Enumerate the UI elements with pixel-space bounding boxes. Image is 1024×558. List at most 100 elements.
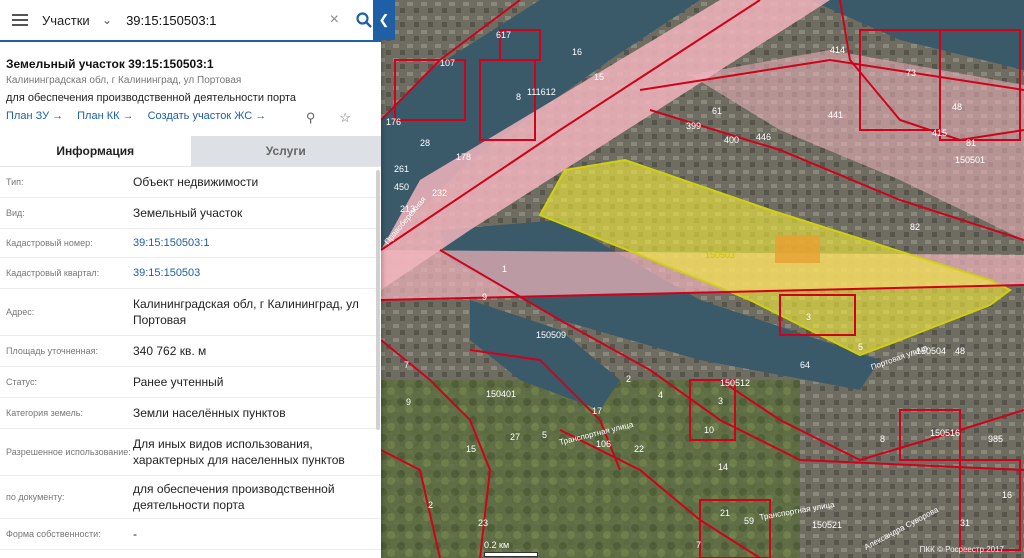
parcel-label: 8 xyxy=(880,434,885,444)
property-value: Для иных видов использования, характерны… xyxy=(133,437,345,467)
parcel-label: 2 xyxy=(626,374,631,384)
parcel-label: 415 xyxy=(932,128,947,138)
parcel-label: 23 xyxy=(478,518,488,528)
property-value: Калининградская обл, г Калининград, ул П… xyxy=(133,297,359,327)
parcel-label: 414 xyxy=(830,45,845,55)
property-value: - xyxy=(133,527,137,541)
scale-label: 0.2 км xyxy=(484,540,510,550)
list-item: Вид: Земельный участок xyxy=(0,198,381,229)
quarter-label: 150503 xyxy=(705,250,735,260)
scale-bar xyxy=(484,552,538,557)
list-item: Категория земель: Земли населённых пункт… xyxy=(0,398,381,429)
list-item: Статус: Ранее учтенный xyxy=(0,367,381,398)
quarter-label: 111612 xyxy=(527,87,556,97)
parcel-label: 3 xyxy=(806,312,811,322)
parcel-label: 48 xyxy=(955,346,965,356)
cadastral-quarter-link[interactable]: 39:15:150503 xyxy=(133,265,375,281)
create-parcel-link[interactable]: Создать участок ЖС → xyxy=(148,110,267,126)
parcel-label: 399 xyxy=(686,121,701,131)
parcel-address: Калининградская обл, г Калининград, ул П… xyxy=(6,75,242,86)
parcel-label: 28 xyxy=(420,138,430,148)
parcel-label: 27 xyxy=(510,432,520,442)
menu-icon[interactable] xyxy=(12,14,28,26)
parcel-label: 17 xyxy=(592,406,602,416)
list-item: Кадастровый квартал: 39:15:150503 xyxy=(0,258,381,289)
property-label: Адрес: xyxy=(6,307,35,317)
parcel-label: 22 xyxy=(634,444,644,454)
property-label: Тип: xyxy=(6,177,24,187)
scrollbar[interactable] xyxy=(376,170,380,430)
property-value: 340 762 кв. м xyxy=(133,344,207,358)
property-value: для обеспечения производственной деятель… xyxy=(133,482,335,512)
parcel-label: 81 xyxy=(966,138,976,148)
property-label: Форма собственности: xyxy=(6,529,101,539)
parcel-label: 14 xyxy=(718,462,728,472)
parcel-label: 178 xyxy=(456,152,471,162)
parcel-label: 232 xyxy=(432,188,447,198)
parcel-label: 73 xyxy=(906,68,916,78)
parcel-label: 4 xyxy=(658,390,663,400)
parcel-label: 400 xyxy=(724,135,739,145)
property-value: Ранее учтенный xyxy=(133,375,224,389)
quarter-label: 150501 xyxy=(955,155,985,165)
chevron-left-icon: ❮ xyxy=(378,12,390,27)
parcel-label: 21 xyxy=(720,508,730,518)
action-links: План ЗУ → План КК → Создать участок ЖС →… xyxy=(0,104,381,126)
parcel-label: 9 xyxy=(482,292,487,302)
parcel-label: 61 xyxy=(712,106,722,116)
search-bar: Участки ⌄ 39:15:150503:1 × xyxy=(0,0,381,42)
parcel-label: 48 xyxy=(952,102,962,112)
parcel-label: 176 xyxy=(386,117,401,127)
parcel-label: 64 xyxy=(800,360,810,370)
parcel-label: 3 xyxy=(718,396,723,406)
copyright: ПКК © Росреестр 2017 xyxy=(919,545,1004,554)
property-label: Площадь уточненная: xyxy=(6,346,98,356)
parcel-label: 15 xyxy=(466,444,476,454)
parcel-label: 450 xyxy=(394,182,409,192)
clear-icon[interactable]: × xyxy=(330,11,339,29)
list-item: Кадастровый номер: 39:15:150503:1 xyxy=(0,229,381,258)
search-map-icon[interactable]: ⚲ xyxy=(306,110,316,126)
property-list: Тип: Объект недвижимости Вид: Земельный … xyxy=(0,166,381,550)
property-value: Объект недвижимости xyxy=(133,175,259,189)
property-label: Кадастровый номер: xyxy=(6,238,93,248)
tab-info[interactable]: Информация xyxy=(0,136,191,166)
parcel-label: 15 xyxy=(594,72,604,82)
quarter-label: 150401 xyxy=(486,389,516,399)
property-value: Земли населённых пунктов xyxy=(133,406,286,420)
info-panel: Участки ⌄ 39:15:150503:1 × Земельный уча… xyxy=(0,0,381,558)
plan-zu-link[interactable]: План ЗУ → xyxy=(6,110,63,126)
parcel-label: 985 xyxy=(988,434,1003,444)
parcel-label: 59 xyxy=(744,516,754,526)
property-label: Кадастровый квартал: xyxy=(6,268,100,278)
tab-services[interactable]: Услуги xyxy=(190,136,381,166)
parcel-label: 16 xyxy=(1002,490,1012,500)
collapse-panel-button[interactable]: ❮ xyxy=(373,0,395,40)
list-item: Площадь уточненная: 340 762 кв. м xyxy=(0,336,381,367)
search-input[interactable]: 39:15:150503:1 xyxy=(126,13,330,28)
parcel-label: 5 xyxy=(542,430,547,440)
parcel-label: 8 xyxy=(516,92,521,102)
star-icon[interactable]: ☆ xyxy=(339,110,351,126)
cadastral-number-link[interactable]: 39:15:150503:1 xyxy=(133,235,375,251)
property-label: Разрешенное использование: xyxy=(6,447,131,457)
parcel-label: 261 xyxy=(394,164,409,174)
parcel-label: 16 xyxy=(572,47,582,57)
parcel-label: 82 xyxy=(910,222,920,232)
parcel-label: 617 xyxy=(496,30,511,40)
list-item: по документу: для обеспечения производст… xyxy=(0,476,381,519)
list-item: Разрешенное использование: Для иных видо… xyxy=(0,429,381,476)
property-value: Земельный участок xyxy=(133,206,243,220)
parcel-label: 7 xyxy=(404,360,409,370)
tabs: Информация Услуги xyxy=(0,136,381,166)
plan-kk-link[interactable]: План КК → xyxy=(77,110,133,126)
parcel-label: 1 xyxy=(502,264,507,274)
chevron-down-icon[interactable]: ⌄ xyxy=(102,13,112,27)
property-label: Категория земель: xyxy=(6,408,83,418)
property-label: по документу: xyxy=(6,492,65,502)
parcel-label: 441 xyxy=(828,110,843,120)
list-item: Адрес: Калининградская обл, г Калинингра… xyxy=(0,289,381,336)
search-category-select[interactable]: Участки xyxy=(42,13,102,28)
parcel-label: 2 xyxy=(428,500,433,510)
quarter-label: 150512 xyxy=(720,378,750,388)
